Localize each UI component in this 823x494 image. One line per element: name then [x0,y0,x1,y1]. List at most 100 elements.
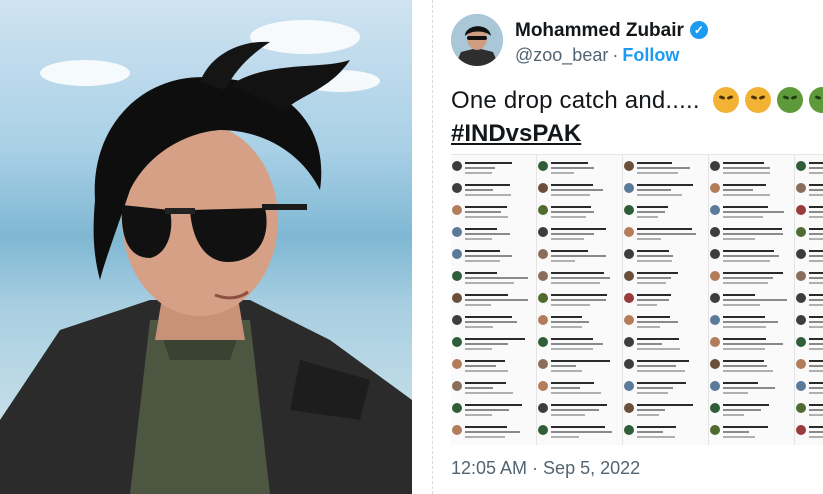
reply-avatar [624,359,634,369]
reply-thumbnail [623,357,709,379]
reply-text-line [465,277,528,279]
reply-text-line [637,211,666,213]
reply-thumbnail [709,401,795,423]
reply-column [795,155,823,445]
reply-name-line [723,426,769,428]
tweet-timestamp[interactable]: 12:05 AM · Sep 5, 2022 [451,458,640,479]
author-name-text[interactable]: Mohammed Zubair [515,20,684,41]
reply-thumbnail [537,181,623,203]
reply-avatar [796,205,806,215]
reply-text-line [465,414,493,416]
reply-text-line [465,238,493,240]
follow-button[interactable]: Follow [622,45,679,65]
reply-thumbnail [795,357,823,379]
nauseated-face-icon [808,87,823,113]
reply-text-line [465,409,509,411]
reply-avatar [624,315,634,325]
reply-name-line [465,360,505,362]
reply-avatar [710,205,720,215]
reply-text-line [551,282,601,284]
author-avatar[interactable] [451,14,503,66]
reply-thumbnail [623,159,709,181]
reply-text-line [637,189,672,191]
reply-text-line [465,431,521,433]
reply-text-line [551,299,606,301]
reply-text-line [809,172,823,174]
reply-avatar [624,183,634,193]
reply-name-line [637,272,678,274]
reply-text-line [551,387,580,389]
reply-name-line [637,426,677,428]
reply-thumbnail [537,159,623,181]
reply-text-line [809,282,823,284]
reply-text-line [465,343,508,345]
reply-avatar [624,425,634,435]
reply-text-line [551,211,594,213]
reply-name-line [551,206,591,208]
reply-avatar [538,337,548,347]
reply-thumbnail [795,181,823,203]
reply-thumbnail [451,225,537,247]
reply-text-line [551,414,586,416]
reply-thumbnail [537,379,623,401]
reply-name-line [723,294,756,296]
reply-name-line [809,184,823,186]
hashtag-link[interactable]: #INDvsPAK [451,120,581,148]
reply-text-line [723,299,787,301]
reply-name-line [809,250,823,252]
reply-name-line [637,184,694,186]
column-divider [536,155,537,445]
reply-text-line [465,282,515,284]
reply-thumbnail [709,181,795,203]
reply-avatar [796,315,806,325]
reply-text-line [723,370,773,372]
reply-name-line [465,426,508,428]
author-name[interactable]: Mohammed Zubair ✓ [515,20,708,42]
reply-name-line [809,294,823,296]
reply-text-line [809,299,823,301]
reply-thumbnail [537,269,623,291]
reply-text-line [723,233,784,235]
reply-name-line [551,382,595,384]
reply-name-line [723,272,783,274]
reply-name-line [465,316,512,318]
reply-avatar [452,183,462,193]
reply-text-line [809,167,823,169]
reply-thumbnail [623,291,709,313]
reply-text-line [723,277,774,279]
reply-thumbnail [795,379,823,401]
reply-avatar [452,205,462,215]
reply-text-line [809,211,823,213]
reply-column [451,155,537,445]
reply-name-line [465,294,509,296]
reply-avatar [796,337,806,347]
reply-text-line [637,392,668,394]
reply-name-line [809,206,823,208]
reply-text-line [465,260,500,262]
reply-avatar [796,359,806,369]
author-handle[interactable]: @zoo_bear [515,45,608,65]
reply-name-line [723,382,758,384]
reply-avatar [538,425,548,435]
reply-text-line [465,326,494,328]
reply-avatar [624,249,634,259]
reply-name-line [465,272,497,274]
reply-thumbnail [709,357,795,379]
tweet-image-collage[interactable] [451,154,823,445]
reply-text-line [723,365,767,367]
reply-text-line [465,189,494,191]
reply-text-line [723,409,761,411]
reply-text-line [637,431,664,433]
reply-avatar [624,271,634,281]
reply-thumbnail [623,313,709,335]
reply-name-line [809,338,823,340]
reply-thumbnail [709,203,795,225]
reply-thumbnail [623,181,709,203]
reply-name-line [465,162,512,164]
reply-name-line [809,426,823,428]
reply-avatar [538,315,548,325]
reply-name-line [809,360,823,362]
reply-name-line [465,338,525,340]
reply-text-line [637,260,672,262]
reply-text-line [637,172,678,174]
